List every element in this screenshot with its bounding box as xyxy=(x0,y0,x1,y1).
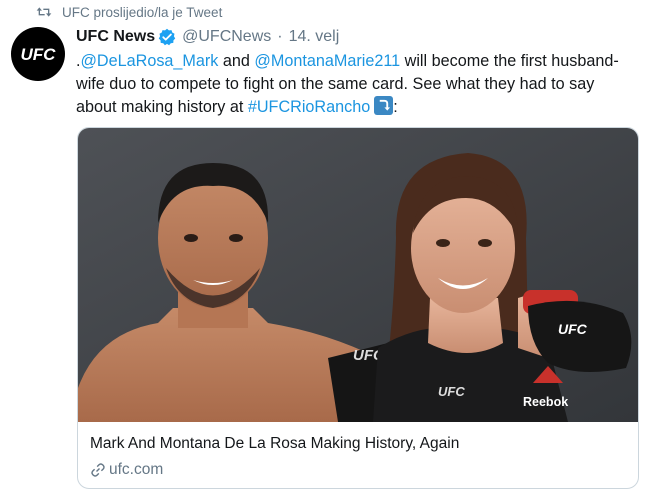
card-domain[interactable]: ufc.com xyxy=(90,461,163,479)
text-and: and xyxy=(218,52,255,70)
mention-delarosa-mark[interactable]: @DeLaRosa_Mark xyxy=(81,52,219,70)
link-icon xyxy=(91,463,105,477)
text-tail: : xyxy=(393,98,398,116)
mention-montanamarie211[interactable]: @MontanaMarie211 xyxy=(254,52,400,70)
hashtag-ufcriorancho[interactable]: #UFCRioRancho xyxy=(248,98,370,116)
verified-badge-icon xyxy=(158,28,176,46)
separator-dot: · xyxy=(277,28,283,45)
retweet-icon xyxy=(36,7,52,17)
tweet-header: UFC News @UFCNews · 14. velj xyxy=(76,28,339,46)
card-title[interactable]: Mark And Montana De La Rosa Making Histo… xyxy=(90,435,459,453)
card-image[interactable]: UFC UFC UFC Reebok xyxy=(78,128,638,422)
tweet-text: .@DeLaRosa_Mark and @MontanaMarie211 wil… xyxy=(76,50,636,119)
author-handle[interactable]: @UFCNews xyxy=(182,28,271,46)
avatar[interactable]: UFC xyxy=(11,27,65,81)
card-domain-text: ufc.com xyxy=(109,461,164,478)
svg-text:UFC: UFC xyxy=(558,321,588,337)
link-card[interactable]: UFC UFC UFC Reebok Mark And Montana De L… xyxy=(77,127,639,489)
tweet-date[interactable]: 14. velj xyxy=(289,28,340,46)
svg-text:UFC: UFC xyxy=(438,384,465,399)
ufc-logo: UFC xyxy=(21,45,57,64)
author-name[interactable]: UFC News xyxy=(76,28,155,46)
retweet-context[interactable]: UFC proslijedio/la je Tweet xyxy=(36,3,222,21)
arrow-curving-down-emoji xyxy=(374,96,394,115)
svg-text:UFC: UFC xyxy=(21,45,57,64)
retweet-label: UFC proslijedio/la je Tweet xyxy=(62,4,223,20)
svg-text:Reebok: Reebok xyxy=(523,395,568,409)
fighters-photo: UFC UFC UFC Reebok xyxy=(78,128,638,422)
